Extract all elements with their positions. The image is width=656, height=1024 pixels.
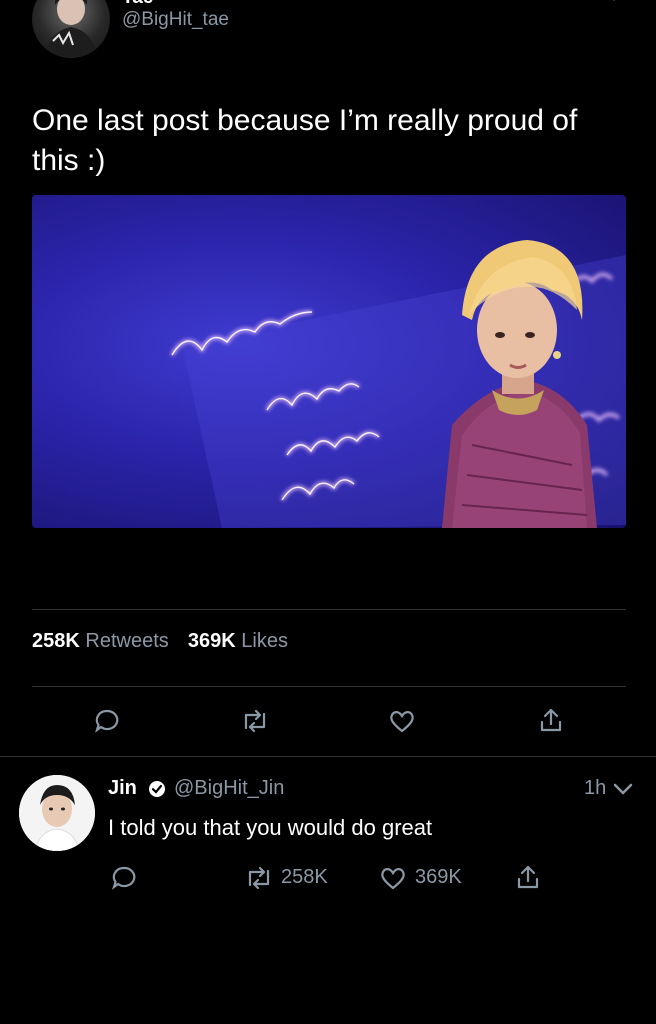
- reply-text: I told you that you would do great: [108, 815, 433, 840]
- reply-like-count: 369K: [415, 866, 462, 888]
- retweets-label[interactable]: Retweets: [85, 630, 168, 652]
- likes-label[interactable]: Likes: [241, 630, 288, 652]
- share-icon[interactable]: [538, 706, 564, 734]
- reply-name[interactable]: Jin: [108, 777, 137, 800]
- like-icon[interactable]: [388, 707, 416, 735]
- verified-badge-icon: [148, 780, 166, 798]
- chevron-down-icon[interactable]: [604, 0, 624, 4]
- author-handle: @BigHit_tae: [122, 9, 229, 30]
- reply-handle[interactable]: @BigHit_Jin: [174, 777, 284, 800]
- retweet-icon[interactable]: [240, 708, 270, 734]
- reply-icon[interactable]: [93, 707, 121, 735]
- chevron-down-icon[interactable]: [612, 782, 634, 796]
- reply-icon[interactable]: [110, 864, 138, 892]
- avatar-figure: [19, 775, 95, 851]
- author-avatar[interactable]: [32, 0, 110, 58]
- tweet-stats: 258K Retweets 369K Likes: [32, 630, 288, 653]
- tweet-image[interactable]: [32, 195, 626, 528]
- divider-top: [32, 609, 626, 610]
- tweet-text: One last post because I’m really proud o…: [32, 104, 578, 177]
- retweet-icon[interactable]: [244, 865, 274, 891]
- retweets-count[interactable]: 258K: [32, 630, 80, 652]
- tweet-separator: [0, 756, 656, 757]
- reply-avatar[interactable]: [19, 775, 95, 851]
- share-icon[interactable]: [515, 863, 541, 891]
- reply-retweet-count: 258K: [281, 866, 328, 888]
- reply-time: 1h: [584, 777, 607, 799]
- photo-illustration: [170, 240, 626, 528]
- divider-bottom: [32, 686, 626, 687]
- avatar-figure: [45, 0, 97, 57]
- like-icon[interactable]: [379, 864, 407, 892]
- likes-count[interactable]: 369K: [188, 630, 236, 652]
- author-name: Tae: [122, 0, 153, 9]
